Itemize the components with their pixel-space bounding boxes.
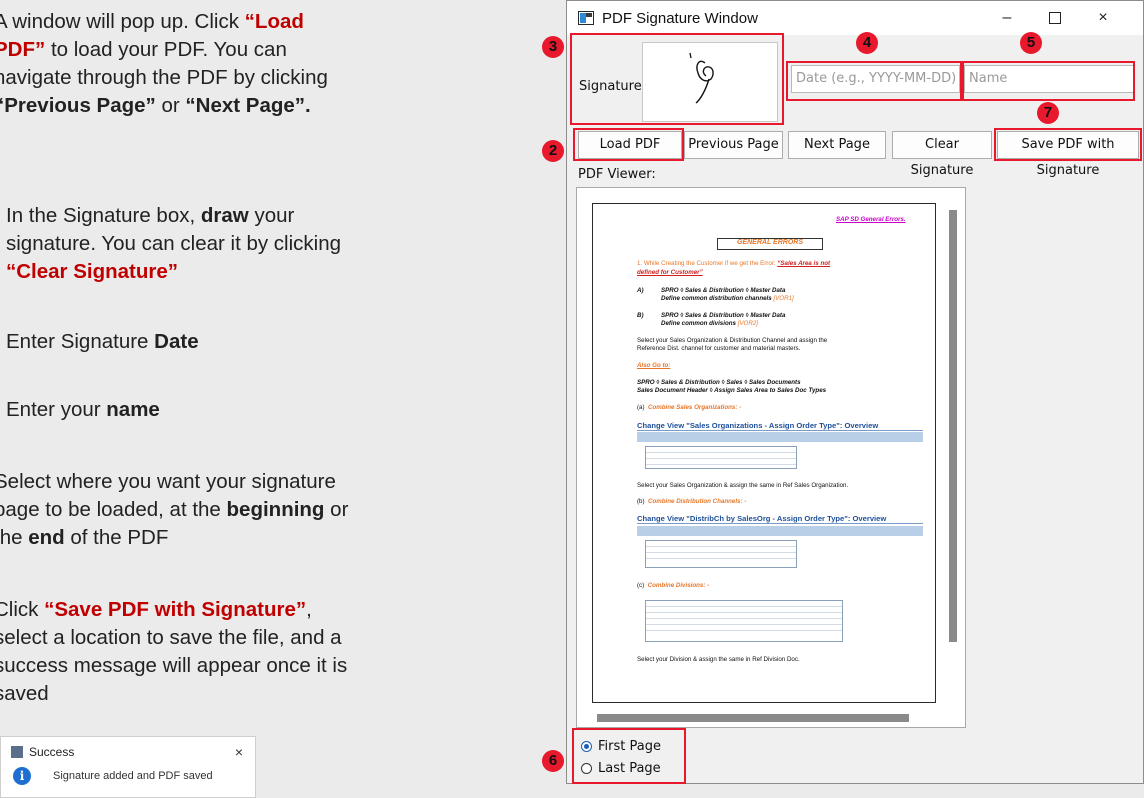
pdf-a-item: (a) Combine Sales Organizations: - <box>637 404 742 411</box>
pdf-b-line2: Define common divisions [VOR2] <box>661 320 758 327</box>
pdf-title: GENERAL ERRORS <box>737 239 803 246</box>
sap-screen-1-toolbar <box>637 432 923 442</box>
app-icon <box>11 746 23 758</box>
pdf-page: SAP SD General Errors. GENERAL ERRORS 1.… <box>592 203 936 703</box>
maximize-button[interactable] <box>1035 1 1075 35</box>
pdf-b-line1: SPRO ◊ Sales & Distribution ◊ Master Dat… <box>661 312 786 319</box>
instruction-step-7: Click “Save PDF with Signature”, select … <box>0 598 348 705</box>
pdf-b-item: (b) Combine Distribution Channels: - <box>637 498 747 505</box>
sap-screen-2-toolbar <box>637 526 923 536</box>
instruction-step-3: In the Signature box, draw your signatur… <box>6 204 342 283</box>
pdf-select-text-1: Select your Sales Organization & Distrib… <box>637 337 828 344</box>
vertical-scrollbar[interactable] <box>949 210 957 642</box>
instruction-step-2: A window will pop up. Click “Load PDF” t… <box>0 10 328 117</box>
step-marker-7: 7 <box>1037 102 1059 124</box>
pdf-point1: 1. While Creating the Customer if we get… <box>637 260 831 267</box>
highlight-signature <box>570 33 784 125</box>
instruction-step-5: Enter your name <box>6 398 160 421</box>
step-marker-4: 4 <box>856 32 878 54</box>
step-marker-3: 3 <box>542 36 564 58</box>
step-marker-6: 6 <box>542 750 564 772</box>
sap-screen-3-grid <box>645 600 843 642</box>
close-button[interactable]: × <box>1083 1 1123 35</box>
highlight-name <box>962 61 1135 101</box>
instruction-step-4: Enter Signature Date <box>6 330 199 353</box>
info-icon: i <box>13 767 31 785</box>
pdf-c-item: (c) Combine Divisions: - <box>637 582 710 589</box>
clear-signature-button[interactable]: Clear Signature <box>892 131 992 178</box>
pdf-spro-line-2: Sales Document Header ◊ Assign Sales Are… <box>637 387 827 394</box>
pdf-a-label: A) <box>637 287 644 294</box>
success-message: Signature added and PDF saved <box>53 770 213 782</box>
sap-screen-1-title: Change View "Sales Organizations - Assig… <box>637 421 923 431</box>
minimize-button[interactable]: – <box>987 1 1027 35</box>
sap-screen-1-grid <box>645 446 797 469</box>
app-icon <box>578 11 594 25</box>
pdf-title-box: GENERAL ERRORS <box>717 238 823 250</box>
step-marker-5: 5 <box>1020 32 1042 54</box>
sap-screen-2-grid <box>645 540 797 568</box>
pdf-b-label: B) <box>637 312 644 319</box>
success-dialog-titlebar: Success × <box>1 737 255 767</box>
close-icon[interactable]: × <box>235 744 243 760</box>
highlight-load-pdf <box>573 128 684 161</box>
instruction-step-6: Select where you want your signature pag… <box>0 470 349 549</box>
sap-screen-2-title: Change View "DistribCh by SalesOrg - Ass… <box>637 514 923 524</box>
pdf-a-line2: Define common distribution channels [VOR… <box>661 295 794 302</box>
pdf-header-link: SAP SD General Errors. <box>836 216 906 223</box>
horizontal-scrollbar[interactable] <box>597 714 909 722</box>
next-page-button[interactable]: Next Page <box>788 131 886 159</box>
success-dialog-body: i Signature added and PDF saved <box>1 767 255 785</box>
pdf-final-text: Select your Division & assign the same i… <box>637 656 800 663</box>
maximize-icon <box>1049 12 1061 24</box>
pdf-also-go: Also Go to: <box>637 362 671 369</box>
highlight-save-pdf <box>994 128 1142 161</box>
highlight-date <box>786 61 962 101</box>
highlight-radios <box>572 728 686 784</box>
pdf-a-line1: SPRO ◊ Sales & Distribution ◊ Master Dat… <box>661 287 786 294</box>
pdf-viewer-label: PDF Viewer: <box>578 167 656 182</box>
success-dialog-title: Success <box>29 745 75 759</box>
window-titlebar: PDF Signature Window – × <box>567 1 1143 35</box>
pdf-point1-cont: defined for Customer” <box>637 269 703 276</box>
window-title: PDF Signature Window <box>602 9 758 27</box>
step-marker-2: 2 <box>542 140 564 162</box>
pdf-sap1-text: Select your Sales Organization & assign … <box>637 482 849 489</box>
success-dialog: Success × i Signature added and PDF save… <box>0 736 256 798</box>
pdf-spro-line-1: SPRO ◊ Sales & Distribution ◊ Sales ◊ Sa… <box>637 379 801 386</box>
pdf-viewer[interactable]: SAP SD General Errors. GENERAL ERRORS 1.… <box>576 187 966 728</box>
pdf-select-text-2: Reference Dist. channel for customer and… <box>637 345 801 352</box>
previous-page-button[interactable]: Previous Page <box>684 131 783 159</box>
